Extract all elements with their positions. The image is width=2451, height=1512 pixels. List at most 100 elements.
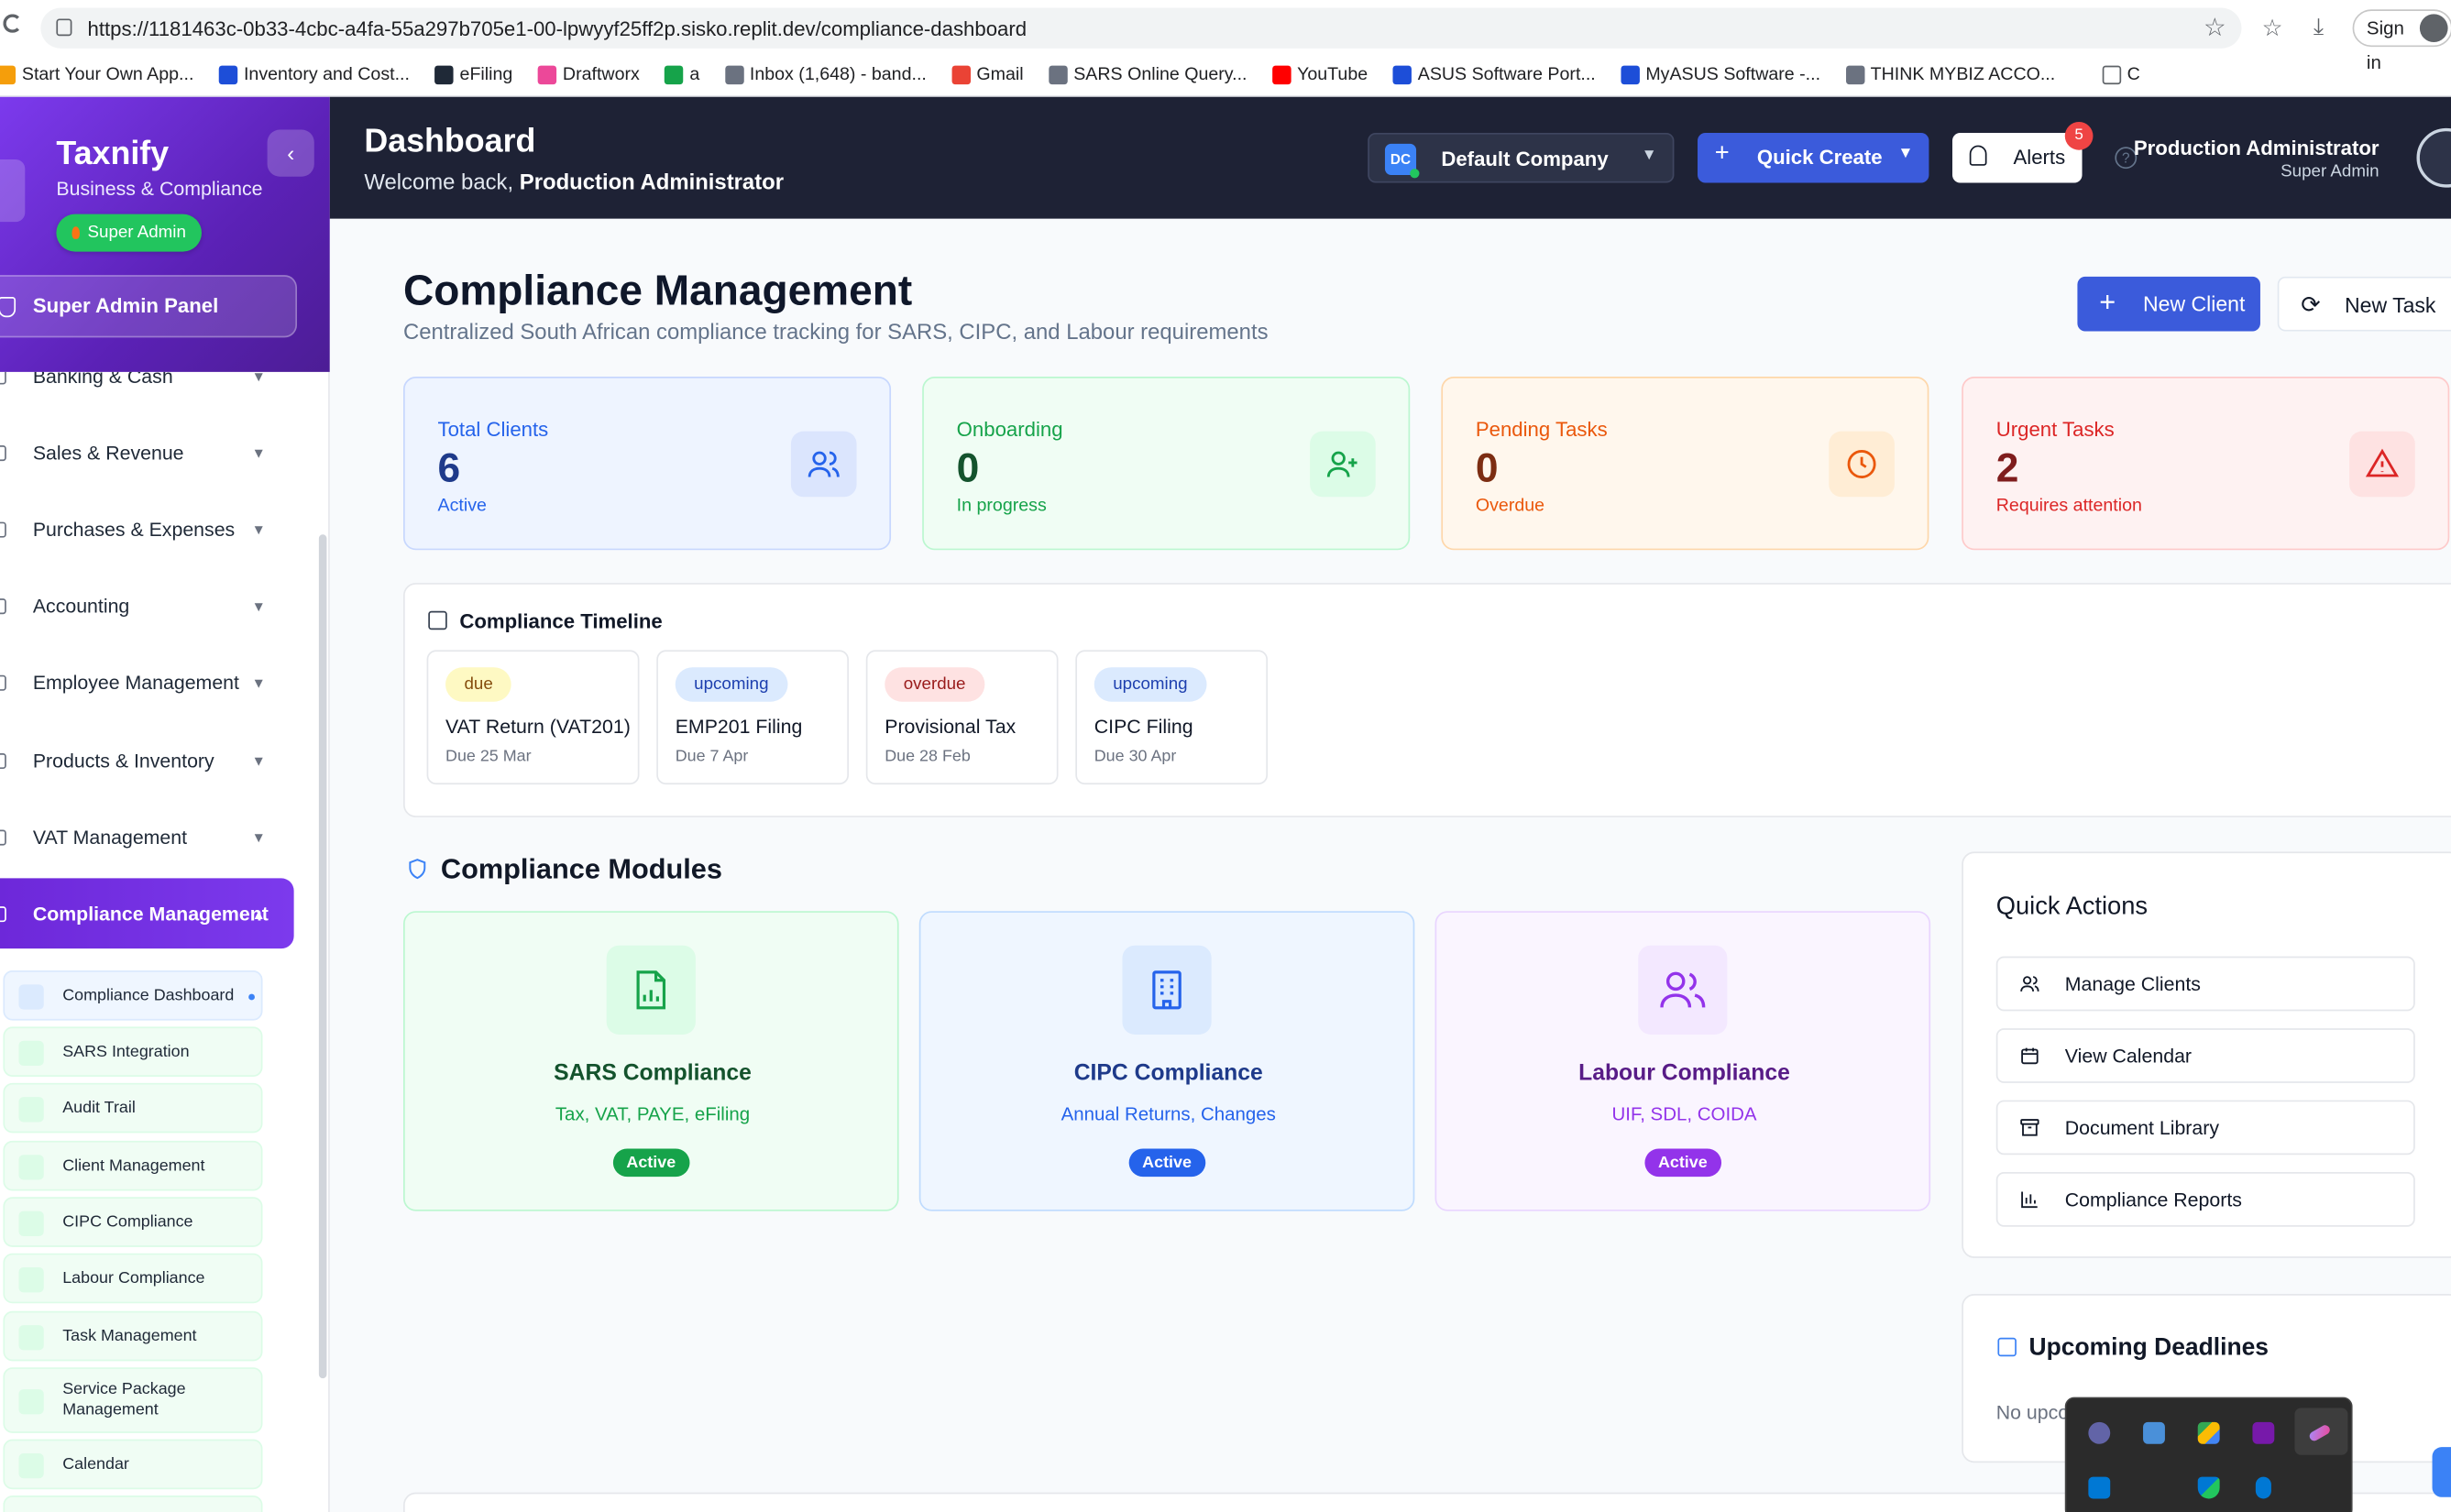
- file-chart-icon: [606, 945, 696, 1035]
- timeline-card[interactable]: due VAT Return (VAT201) Due 25 Mar: [426, 650, 640, 785]
- view-calendar-button[interactable]: View Calendar: [1995, 1028, 2415, 1083]
- stat-card-total-clients: Total Clients 6 Active: [402, 376, 892, 551]
- nav-employee-management[interactable]: Employee Management ▼: [0, 652, 297, 714]
- downloads-icon[interactable]: ⤓: [2314, 14, 2324, 40]
- alerts-button[interactable]: Alerts 5: [1951, 122, 2094, 183]
- sub-sars-integration[interactable]: SARS Integration: [3, 1026, 263, 1077]
- sidebar: Taxnify Business & Compliance Super Admi…: [0, 96, 330, 1512]
- favorites-icon[interactable]: ☆: [2262, 14, 2283, 42]
- sub-item-partial[interactable]: [3, 1496, 263, 1512]
- sub-compliance-dashboard[interactable]: Compliance Dashboard: [3, 970, 263, 1021]
- bookmark-item[interactable]: YouTube: [1271, 65, 1368, 85]
- bookmark-item[interactable]: ASUS Software Port...: [1392, 65, 1596, 85]
- new-task-button[interactable]: ⟳ New Task: [2277, 276, 2451, 332]
- welcome-name: Production Administrator: [519, 169, 785, 194]
- new-client-button[interactable]: + New Client: [2077, 276, 2260, 332]
- user-menu[interactable]: Production Administrator Super Admin: [2133, 127, 2451, 188]
- bookmark-label: Inbox (1,648) - band...: [749, 65, 927, 85]
- browser-chrome: https://1181463c-0b33-4cbc-a4fa-55a297b7…: [0, 0, 2451, 97]
- app-tray-icon[interactable]: [2088, 1476, 2111, 1499]
- nav-vat-management[interactable]: VAT Management ▼: [0, 806, 297, 869]
- bookmark-item[interactable]: Inventory and Cost...: [218, 65, 410, 85]
- reload-icon[interactable]: [3, 14, 22, 33]
- nav-accounting[interactable]: Accounting ▼: [0, 575, 297, 638]
- nav-compliance-management[interactable]: Compliance Management ▲: [0, 878, 294, 949]
- module-card-labour[interactable]: Labour Compliance UIF, SDL, COIDA Active: [1434, 911, 1931, 1211]
- bookmark-favicon-icon: [0, 65, 16, 85]
- chevron-down-icon: ▼: [1641, 147, 1657, 165]
- onenote-icon[interactable]: [2252, 1421, 2275, 1444]
- timeline-item-due: Due 25 Mar: [445, 747, 532, 766]
- bookmark-item[interactable]: a: [665, 65, 699, 85]
- bookmark-item[interactable]: THINK MYBIZ ACCO...: [1845, 65, 2055, 85]
- status-badge: due: [445, 667, 512, 702]
- user-name: Production Administrator: [2133, 136, 2380, 159]
- sub-labour-compliance[interactable]: Labour Compliance: [3, 1253, 263, 1304]
- status-badge: Active: [1643, 1148, 1722, 1178]
- bookmark-star-icon[interactable]: ☆: [2204, 13, 2226, 44]
- quick-action-label: Compliance Reports: [2064, 1189, 2242, 1211]
- teams-icon[interactable]: [2088, 1421, 2111, 1444]
- chevron-down-icon: ▼: [1897, 145, 1914, 163]
- address-bar[interactable]: https://1181463c-0b33-4cbc-a4fa-55a297b7…: [40, 7, 2242, 49]
- bookmark-item[interactable]: eFiling: [434, 65, 512, 85]
- sub-cipc-compliance[interactable]: CIPC Compliance: [3, 1197, 263, 1247]
- sub-calendar[interactable]: Calendar: [3, 1439, 263, 1490]
- refresh-icon: ⟳: [2301, 291, 2321, 319]
- role-badge: Super Admin: [56, 214, 202, 252]
- timeline-card[interactable]: upcoming EMP201 Filing Due 7 Apr: [656, 650, 850, 785]
- bookmark-item[interactable]: Start Your Own App...: [0, 65, 193, 85]
- module-card-sars[interactable]: SARS Compliance Tax, VAT, PAYE, eFiling …: [402, 911, 899, 1211]
- bookmark-label: YouTube: [1297, 65, 1368, 85]
- building-icon: [18, 1211, 44, 1236]
- company-selector[interactable]: DC Default Company ▼: [1368, 132, 1675, 183]
- timeline-card[interactable]: upcoming CIPC Filing Due 30 Apr: [1075, 650, 1269, 785]
- sub-audit-trail[interactable]: Audit Trail: [3, 1082, 263, 1134]
- calendar-icon: [428, 610, 447, 630]
- document-library-button[interactable]: Document Library: [1995, 1100, 2415, 1156]
- sub-client-management[interactable]: Client Management: [3, 1140, 263, 1191]
- nav-label: Sales & Revenue: [32, 442, 184, 465]
- stat-card-urgent-tasks: Urgent Tasks 2 Requires attention: [1962, 376, 2450, 551]
- bookmarks-overflow[interactable]: C: [2102, 65, 2140, 85]
- history-icon: [18, 1097, 44, 1123]
- outlook-icon[interactable]: [2143, 1421, 2165, 1444]
- nav-products-inventory[interactable]: Products & Inventory ▼: [0, 729, 297, 792]
- sub-service-package-management[interactable]: Service Package Management: [3, 1367, 263, 1433]
- chevron-down-icon: ▼: [251, 752, 266, 770]
- quick-action-label: Manage Clients: [2064, 973, 2201, 996]
- quick-create-button[interactable]: + Quick Create ▼: [1698, 132, 1929, 183]
- super-admin-panel-button[interactable]: Super Admin Panel: [0, 275, 298, 338]
- google-drive-icon[interactable]: [2197, 1421, 2220, 1444]
- module-card-cipc[interactable]: CIPC Compliance Annual Returns, Changes …: [918, 911, 1415, 1211]
- nav-label: Accounting: [32, 595, 130, 618]
- sign-in-button[interactable]: Sign in: [2352, 9, 2451, 73]
- bluetooth-icon[interactable]: [2255, 1476, 2271, 1499]
- bookmark-item[interactable]: Gmail: [951, 65, 1024, 85]
- bookmark-item[interactable]: MyASUS Software -...: [1621, 65, 1820, 85]
- avatar[interactable]: [2416, 127, 2451, 188]
- brand-subtitle: Business & Compliance: [56, 178, 263, 201]
- bookmark-item[interactable]: Draftworx: [537, 65, 640, 85]
- dashboard-icon: [18, 984, 44, 1010]
- bookmark-item[interactable]: Inbox (1,648) - band...: [724, 65, 927, 85]
- bookmark-favicon-icon: [537, 65, 557, 85]
- system-tray-popup: [2064, 1397, 2353, 1512]
- nav-purchases-expenses[interactable]: Purchases & Expenses ▼: [0, 499, 297, 561]
- new-task-label: New Task: [2345, 293, 2436, 318]
- timeline-card[interactable]: overdue Provisional Tax Due 28 Feb: [865, 650, 1059, 785]
- nav-sales-revenue[interactable]: Sales & Revenue ▼: [0, 422, 297, 484]
- bookmark-favicon-icon: [434, 65, 454, 85]
- bookmark-item[interactable]: SARS Online Query...: [1048, 65, 1247, 85]
- sub-task-management[interactable]: Task Management: [3, 1310, 263, 1362]
- defender-shield-icon[interactable]: [2197, 1476, 2220, 1499]
- stat-title: Onboarding: [956, 417, 1063, 441]
- floating-action-button[interactable]: [2432, 1447, 2451, 1497]
- collapse-sidebar-button[interactable]: ‹: [267, 129, 314, 177]
- sidebar-scrollbar[interactable]: [318, 534, 327, 1379]
- receipt-icon: [0, 829, 6, 846]
- company-name: Default Company: [1441, 147, 1609, 170]
- site-info-icon[interactable]: [56, 18, 72, 37]
- manage-clients-button[interactable]: Manage Clients: [1995, 956, 2415, 1012]
- compliance-reports-button[interactable]: Compliance Reports: [1995, 1172, 2415, 1227]
